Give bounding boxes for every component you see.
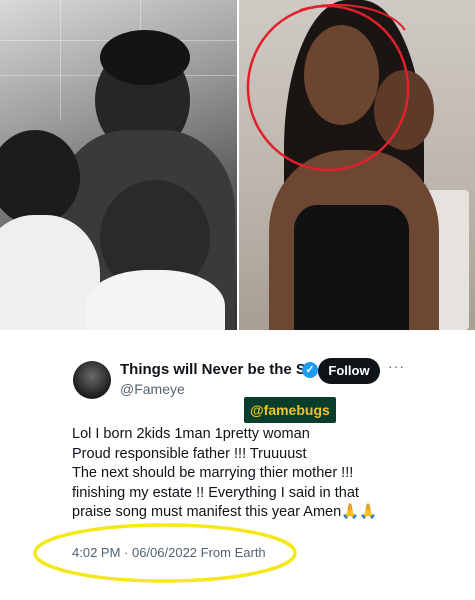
more-options-icon[interactable]: ··· [388, 358, 405, 374]
tweet-text-line: Lol I born 2kids 1man 1pretty woman [72, 426, 310, 442]
watermark-label: @famebugs [244, 397, 336, 423]
tweet-text-line: praise song must manifest this year Amen… [72, 504, 378, 520]
tweet-text-line: The next should be marrying thier mother… [72, 465, 354, 481]
display-name[interactable]: Things will Never be the S... [120, 361, 318, 378]
verified-badge-icon: ✓ [302, 362, 318, 378]
tweet-card: Things will Never be the S... ✓ @Fameye … [0, 345, 475, 600]
photo-collage [0, 0, 475, 330]
photo-father-and-kids[interactable] [0, 0, 237, 330]
follow-button[interactable]: Follow [318, 358, 380, 384]
user-handle[interactable]: @Fameye [120, 381, 185, 397]
tweet-timestamp[interactable]: 4:02 PM · 06/06/2022 From Earth [72, 545, 266, 560]
avatar[interactable] [73, 361, 111, 399]
tweet-text: Lol I born 2kids 1man 1pretty woman Prou… [72, 425, 412, 523]
photo-woman[interactable] [239, 0, 475, 330]
tweet-text-line: finishing my estate !! Everything I said… [72, 484, 359, 501]
tweet-text-line: Proud responsible father !!! Truuuust [72, 445, 307, 462]
